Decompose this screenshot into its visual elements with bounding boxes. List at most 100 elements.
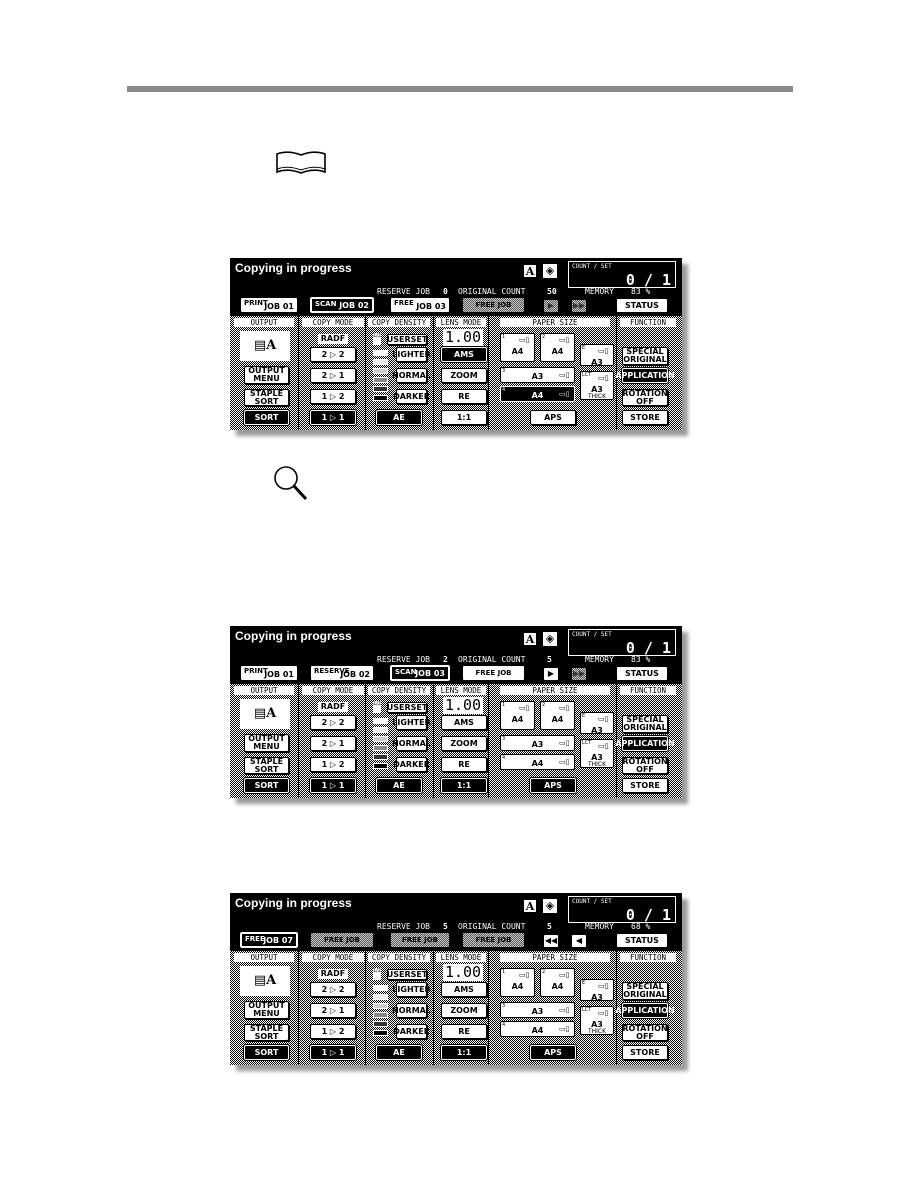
- staple-sort-button[interactable]: STAPLE SORT: [244, 1024, 289, 1041]
- rotation-off-button[interactable]: ROTATION OFF: [622, 757, 668, 774]
- paper-tray-lct[interactable]: LCT A3 ▭▯ THICK: [580, 739, 614, 768]
- darker-button[interactable]: DARKER: [393, 1024, 430, 1039]
- lens-ams-button[interactable]: AMS: [441, 715, 487, 730]
- section-divider: [433, 951, 434, 1065]
- store-button[interactable]: STORE: [622, 778, 668, 793]
- application-button[interactable]: APPLICATION: [615, 736, 675, 751]
- paper-tray-3[interactable]: 3 A3 ▭▯: [500, 367, 575, 383]
- sort-button[interactable]: SORT: [244, 410, 289, 425]
- output-menu-button[interactable]: OUTPUT MENU: [244, 366, 289, 384]
- lens-zoom-button[interactable]: ZOOM: [441, 736, 487, 751]
- copy-mode-2-2-button[interactable]: 2 ▷ 2: [310, 715, 356, 730]
- paper-tray-4[interactable]: 4 A4 ▭▯: [500, 754, 575, 770]
- paper-tray-2[interactable]: 2 A4 ▭▯: [540, 968, 575, 997]
- userset-button[interactable]: USERSET: [387, 702, 427, 713]
- ae-button[interactable]: AE: [376, 778, 422, 793]
- ae-button[interactable]: AE: [376, 410, 422, 425]
- rewind-button[interactable]: ◀◀: [543, 934, 559, 948]
- rotation-off-button[interactable]: ROTATION OFF: [622, 389, 668, 406]
- userset-button[interactable]: USERSET: [387, 969, 427, 980]
- lens-1-1-button[interactable]: 1:1: [441, 778, 487, 793]
- lens-zoom-button[interactable]: ZOOM: [441, 1003, 487, 1018]
- paper-tray-e[interactable]: E A3 ▭▯: [580, 979, 614, 1002]
- sort-button[interactable]: SORT: [244, 778, 289, 793]
- job-tab[interactable]: SCAN JOB 02: [309, 296, 375, 314]
- copy-mode-1-2-button[interactable]: 1 ▷ 2: [310, 389, 356, 404]
- paper-tray-2[interactable]: 2 A4 ▭▯: [540, 701, 575, 730]
- lens-1-1-button[interactable]: 1:1: [441, 410, 487, 425]
- job-tab[interactable]: SCAN JOB 03: [389, 664, 451, 682]
- application-button[interactable]: APPLICATION: [615, 1003, 675, 1018]
- darker-button[interactable]: DARKER: [393, 389, 430, 404]
- density-scale-bar: [373, 754, 388, 760]
- aps-button[interactable]: APS: [530, 778, 576, 793]
- play-button[interactable]: ▶: [543, 667, 559, 681]
- lens-re-button[interactable]: RE: [441, 1024, 487, 1039]
- copy-mode-2-2-button[interactable]: 2 ▷ 2: [310, 347, 356, 362]
- store-button[interactable]: STORE: [622, 410, 668, 425]
- paper-tray-3[interactable]: 3 A3 ▭▯: [500, 1002, 575, 1018]
- paper-tray-lct[interactable]: LCT A3 ▭▯ THICK: [580, 1006, 614, 1035]
- store-button[interactable]: STORE: [622, 1045, 668, 1060]
- lens-ams-button[interactable]: AMS: [441, 347, 487, 362]
- output-menu-button[interactable]: OUTPUT MENU: [244, 1001, 289, 1019]
- back-button[interactable]: ◀: [571, 934, 587, 948]
- copy-mode-1-1-button[interactable]: 1 ▷ 1: [310, 410, 356, 425]
- job-tab-label: FREE JOB: [475, 669, 512, 677]
- paper-tray-e[interactable]: E A3 ▭▯: [580, 344, 614, 367]
- status-button[interactable]: STATUS: [616, 666, 668, 681]
- special-original-button[interactable]: SPECIAL ORIGINAL: [622, 982, 668, 1000]
- paper-tray-1[interactable]: 1 A4 ▭▯: [500, 701, 535, 730]
- paper-tray-lct[interactable]: LCT A3 ▭▯ THICK: [580, 371, 614, 400]
- lighter-button[interactable]: LIGHTER: [392, 982, 431, 997]
- job-tab[interactable]: FREE JOB: [462, 665, 525, 681]
- special-original-button[interactable]: SPECIAL ORIGINAL: [622, 715, 668, 733]
- lens-zoom-button[interactable]: ZOOM: [441, 368, 487, 383]
- job-tab[interactable]: PRINT JOB 01: [240, 665, 298, 681]
- copy-mode-1-1-button[interactable]: 1 ▷ 1: [310, 1045, 356, 1060]
- paper-tray-1[interactable]: 1 A4 ▭▯: [500, 968, 535, 997]
- copy-mode-2-2-button[interactable]: 2 ▷ 2: [310, 982, 356, 997]
- paper-tray-e[interactable]: E A3 ▭▯: [580, 712, 614, 735]
- copy-mode-1-2-button[interactable]: 1 ▷ 2: [310, 1024, 356, 1039]
- aps-button[interactable]: APS: [530, 1045, 576, 1060]
- status-button[interactable]: STATUS: [616, 298, 668, 313]
- job-tab[interactable]: PRINT JOB 01: [240, 297, 298, 313]
- staple-sort-button[interactable]: STAPLE SORT: [244, 389, 289, 406]
- copy-mode-1-2-button[interactable]: 1 ▷ 2: [310, 757, 356, 772]
- paper-tray-2[interactable]: 2 A4 ▭▯: [540, 333, 575, 362]
- copy-mode-2-1-button[interactable]: 2 ▷ 1: [310, 368, 356, 383]
- userset-button[interactable]: USERSET: [387, 334, 427, 345]
- copy-mode-2-1-button[interactable]: 2 ▷ 1: [310, 736, 356, 751]
- normal-button[interactable]: NORMAL: [392, 368, 431, 383]
- special-original-button[interactable]: SPECIAL ORIGINAL: [622, 347, 668, 365]
- job-tab[interactable]: FREE JOB 07: [239, 931, 299, 949]
- status-button[interactable]: STATUS: [616, 933, 668, 948]
- job-tab[interactable]: FREE JOB 03: [390, 297, 450, 313]
- job-tab-number: JOB 03: [415, 669, 445, 678]
- paper-tray-1[interactable]: 1 A4 ▭▯: [500, 333, 535, 362]
- job-tab[interactable]: RESERVE JOB 02: [310, 665, 374, 681]
- application-button[interactable]: APPLICATION: [615, 368, 675, 383]
- output-menu-button[interactable]: OUTPUT MENU: [244, 734, 289, 752]
- copy-mode-1-1-button[interactable]: 1 ▷ 1: [310, 778, 356, 793]
- darker-button[interactable]: DARKER: [393, 757, 430, 772]
- memory-value: 83 %: [631, 287, 651, 296]
- normal-button[interactable]: NORMAL: [392, 736, 431, 751]
- lens-ams-button[interactable]: AMS: [441, 982, 487, 997]
- staple-sort-button[interactable]: STAPLE SORT: [244, 757, 289, 774]
- lens-re-button[interactable]: RE: [441, 757, 487, 772]
- lighter-button[interactable]: LIGHTER: [392, 715, 431, 730]
- paper-tray-4[interactable]: 4 A4 ▭▯: [500, 1021, 575, 1037]
- sort-button[interactable]: SORT: [244, 1045, 289, 1060]
- paper-tray-3[interactable]: 3 A3 ▭▯: [500, 735, 575, 751]
- aps-button[interactable]: APS: [530, 410, 576, 425]
- paper-tray-4[interactable]: 4 A4 ▭▯: [500, 386, 575, 402]
- lens-1-1-button[interactable]: 1:1: [441, 1045, 487, 1060]
- copy-mode-2-1-button[interactable]: 2 ▷ 1: [310, 1003, 356, 1018]
- lighter-button[interactable]: LIGHTER: [392, 347, 431, 362]
- rotation-off-button[interactable]: ROTATION OFF: [622, 1024, 668, 1041]
- ae-button[interactable]: AE: [376, 1045, 422, 1060]
- lens-re-button[interactable]: RE: [441, 389, 487, 404]
- normal-button[interactable]: NORMAL: [392, 1003, 431, 1018]
